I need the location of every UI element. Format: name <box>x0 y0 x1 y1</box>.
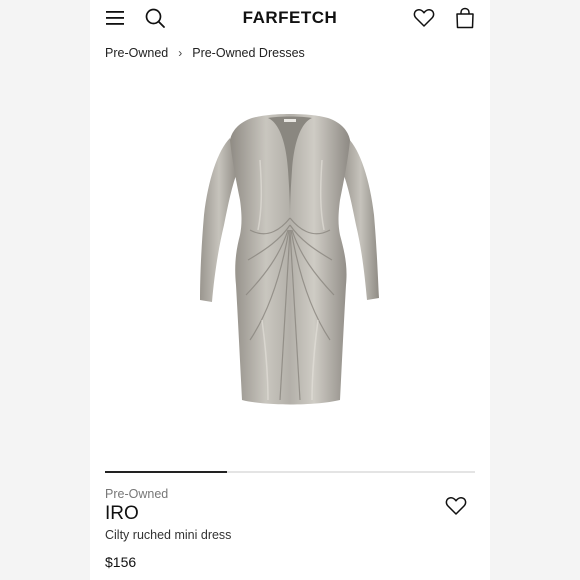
product-description: Cilty ruched mini dress <box>105 528 232 542</box>
product-info: Pre-Owned IRO Cilty ruched mini dress $1… <box>105 487 231 570</box>
breadcrumb: Pre-Owned › Pre-Owned Dresses <box>105 46 305 60</box>
heart-icon <box>445 497 467 515</box>
product-page: FARFETCH Pre-Owned › Pre-Owned Dresses P… <box>90 0 490 580</box>
image-carousel-progress[interactable] <box>105 471 475 473</box>
carousel-progress-fill <box>105 471 228 473</box>
product-price: $156 <box>105 554 137 570</box>
site-header: FARFETCH <box>90 0 490 36</box>
product-brand[interactable]: IRO <box>105 503 231 525</box>
product-condition: Pre-Owned <box>105 487 169 501</box>
shopping-bag-icon[interactable] <box>453 6 477 30</box>
heart-icon[interactable] <box>412 6 436 30</box>
breadcrumb-separator: › <box>178 46 183 60</box>
product-image[interactable] <box>90 100 490 420</box>
breadcrumb-item-pre-owned[interactable]: Pre-Owned <box>105 46 168 60</box>
dress-illustration <box>200 114 379 405</box>
breadcrumb-item-pre-owned-dresses[interactable]: Pre-Owned Dresses <box>192 46 305 60</box>
add-to-wishlist-button[interactable] <box>444 494 468 518</box>
